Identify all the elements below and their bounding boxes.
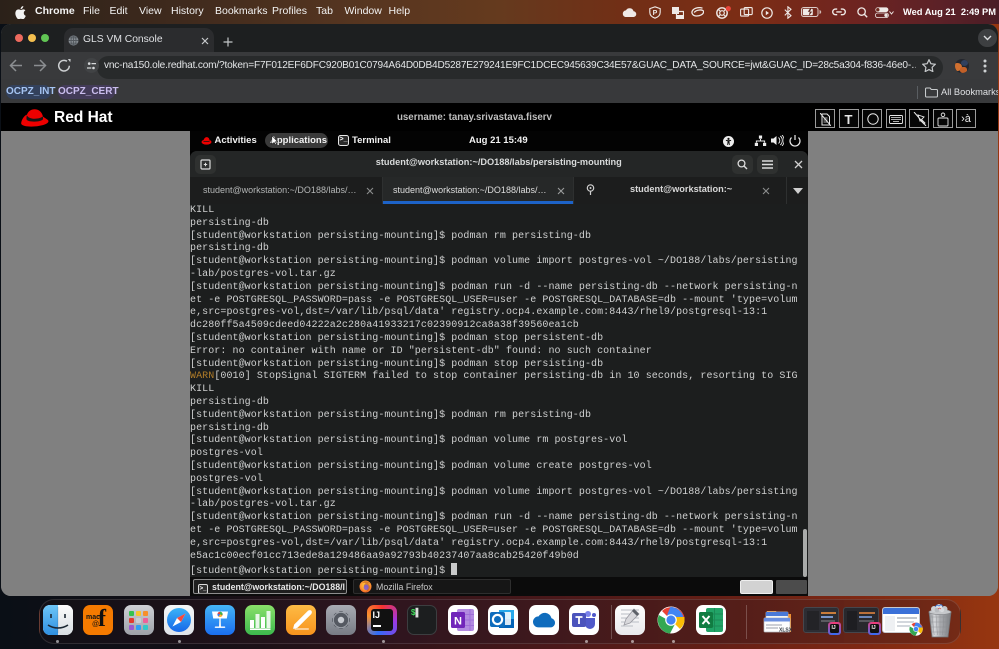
svg-text:P: P [653, 10, 658, 17]
svg-text:N: N [454, 616, 462, 628]
svg-text:XLSX: XLSX [779, 628, 793, 634]
